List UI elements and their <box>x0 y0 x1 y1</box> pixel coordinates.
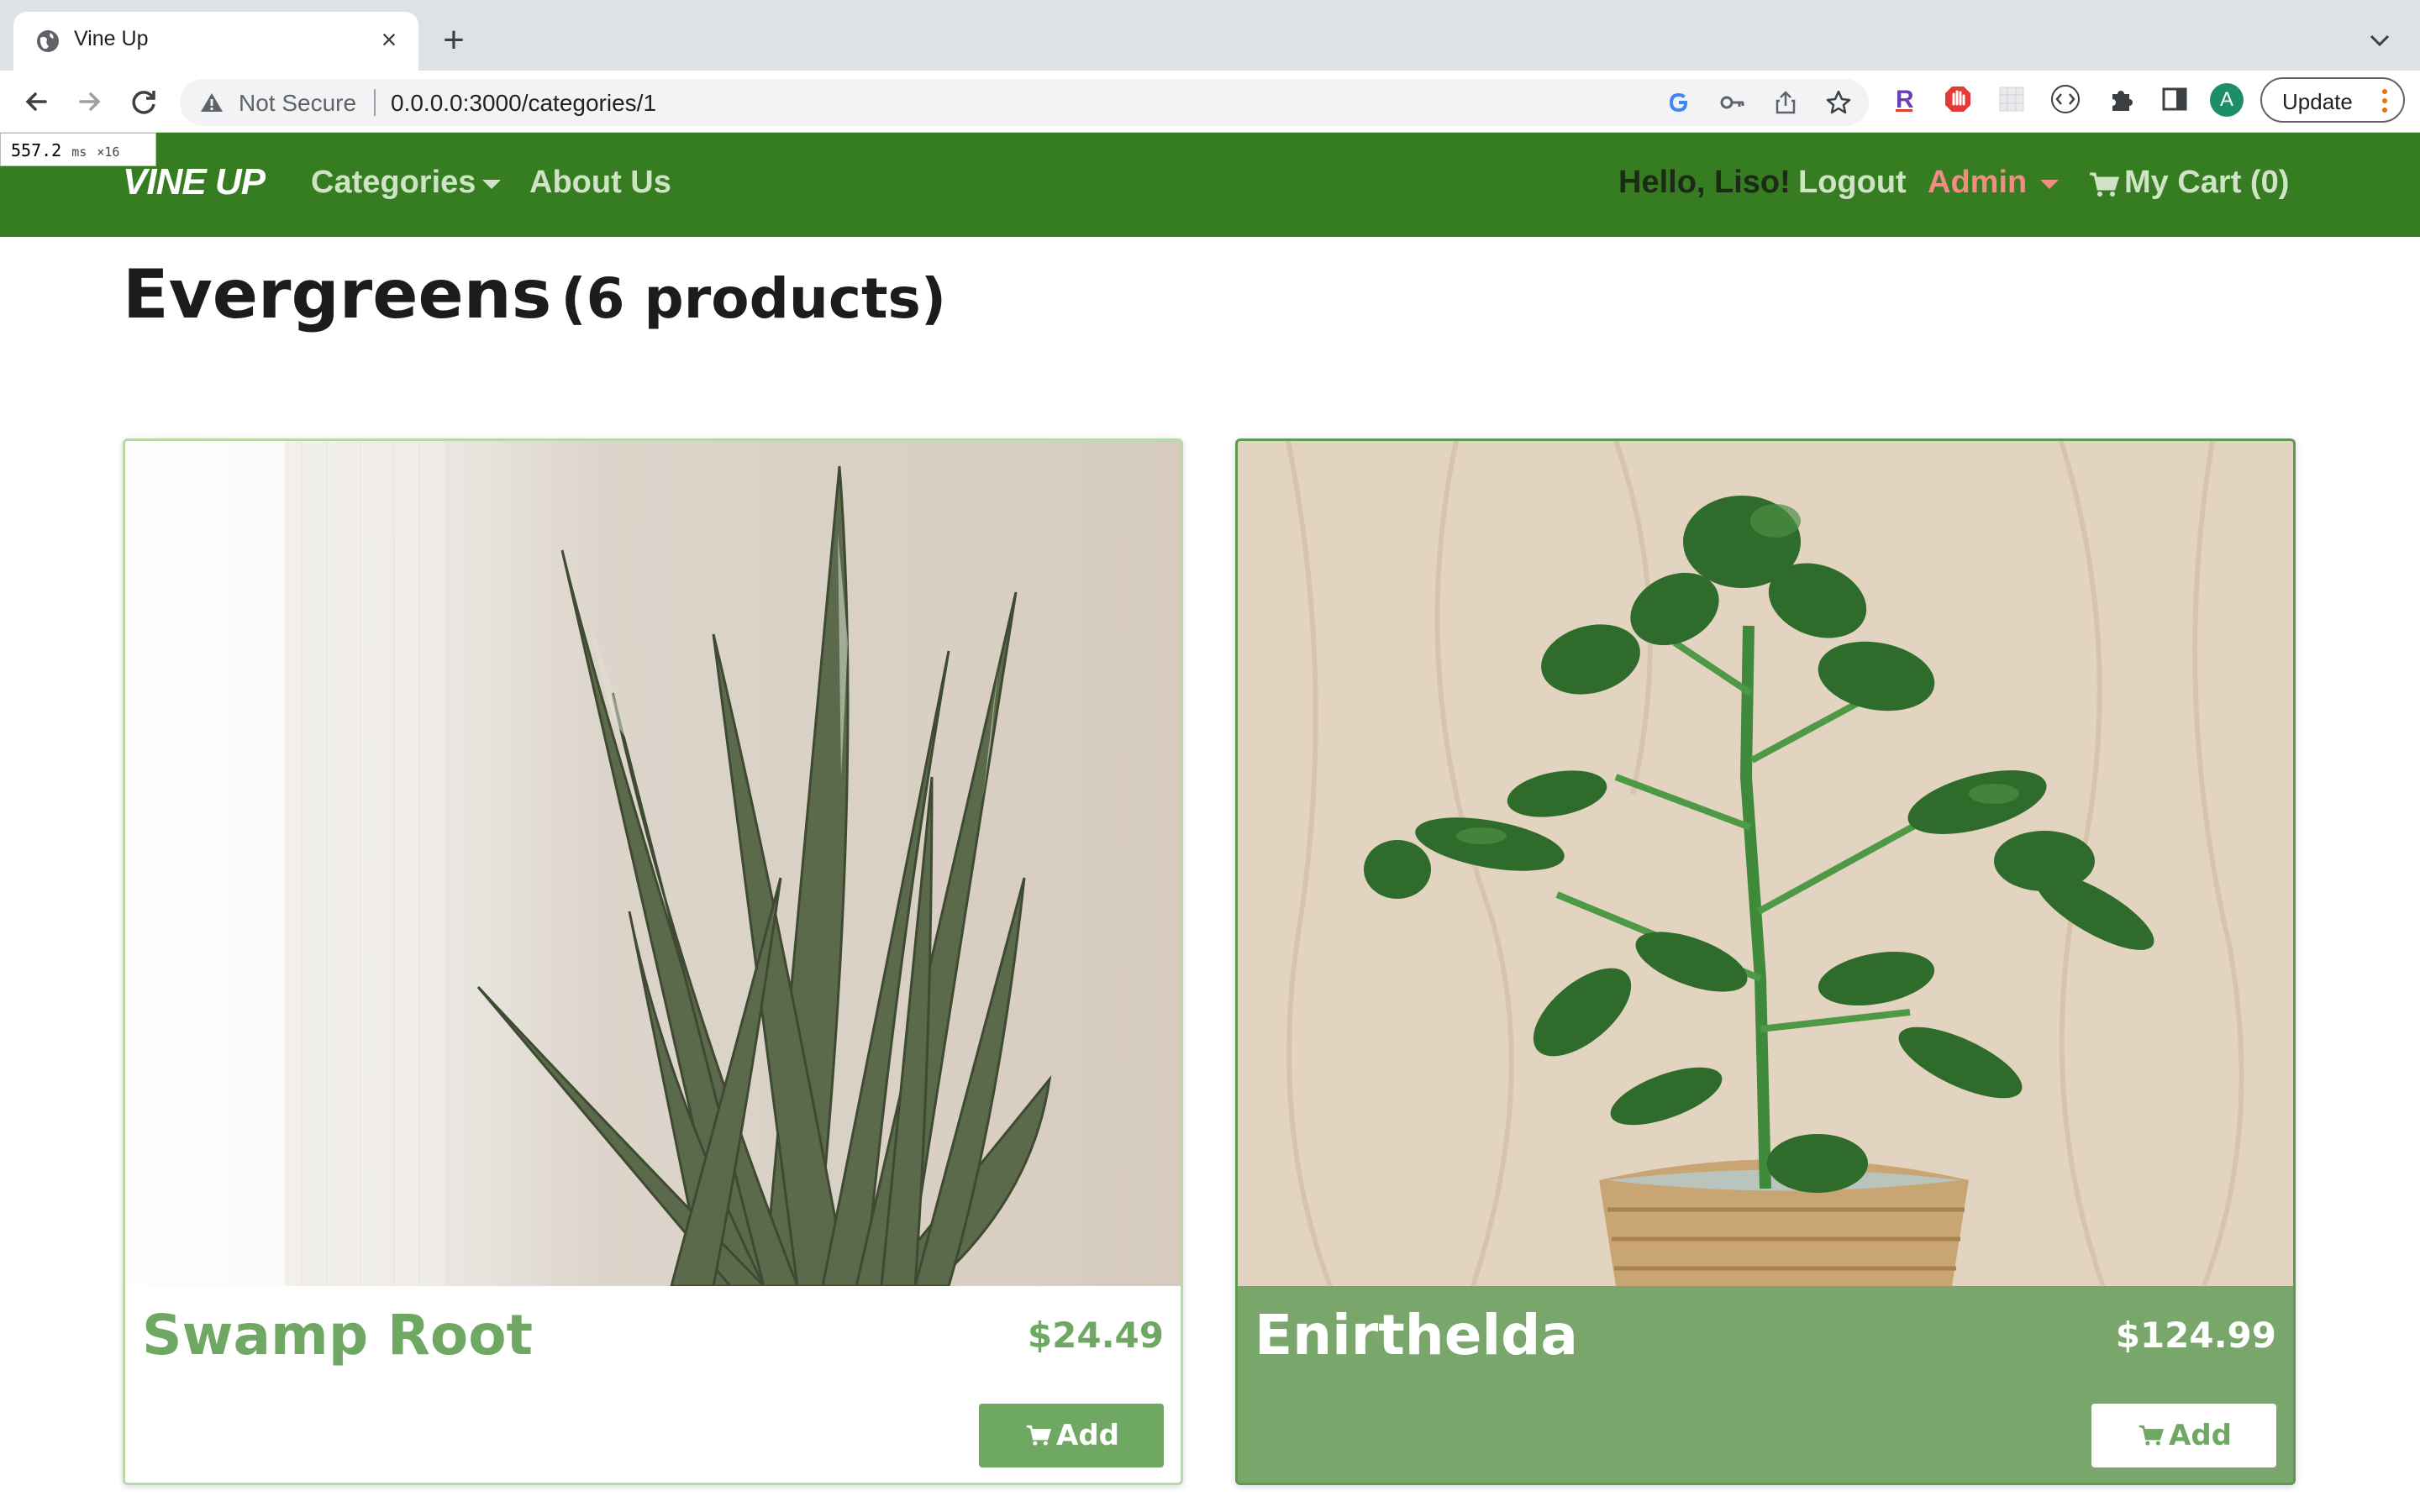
forward-arrow-icon[interactable] <box>72 84 108 119</box>
nav-about-us[interactable]: About Us <box>529 165 671 201</box>
cart-icon <box>1026 1425 1051 1446</box>
r-extension-icon[interactable]: R <box>1889 84 1919 114</box>
product-name[interactable]: Enirthelda <box>1255 1303 1578 1368</box>
pot-plant-photo <box>1238 441 2293 1286</box>
snake-plant-photo <box>125 441 1181 1286</box>
nav-my-cart[interactable]: My Cart (0) <box>2124 165 2289 201</box>
nav-admin-dropdown[interactable]: Admin <box>1928 165 2027 201</box>
adblock-extension-icon[interactable] <box>1943 84 1973 114</box>
google-icon[interactable] <box>1665 89 1692 116</box>
product-image[interactable] <box>1238 441 2293 1286</box>
update-button[interactable]: Update <box>2260 77 2405 123</box>
close-tab-icon[interactable]: × <box>376 26 402 53</box>
new-tab-icon[interactable]: + <box>437 22 471 59</box>
nav-logout[interactable]: Logout <box>1798 165 1907 201</box>
warning-icon[interactable] <box>200 92 224 113</box>
add-to-cart-button[interactable]: Add <box>979 1404 1164 1467</box>
perf-unit: ms <box>71 144 87 160</box>
cart-icon[interactable] <box>2089 171 2119 198</box>
reload-icon[interactable] <box>126 84 161 119</box>
address-bar[interactable]: Not Secure 0.0.0.0:3000/categories/1 <box>180 79 1869 126</box>
perf-time: 557.2 <box>11 140 62 160</box>
brand-logo[interactable]: VINE UP <box>123 161 266 203</box>
product-name[interactable]: Swamp Root <box>142 1303 533 1368</box>
bookmark-star-icon[interactable] <box>1825 89 1852 116</box>
add-button-label: Add <box>2169 1419 2232 1452</box>
product-count: (6 products) <box>560 266 947 331</box>
puzzle-extensions-icon[interactable] <box>2106 84 2136 114</box>
site-navbar: VINE UP Categories About Us Hello, Liso!… <box>0 133 2420 237</box>
browser-tab[interactable]: Vine Up × <box>13 12 418 71</box>
back-arrow-icon[interactable] <box>18 84 54 119</box>
code-extension-icon[interactable] <box>2050 84 2081 114</box>
add-to-cart-button[interactable]: Add <box>2091 1404 2276 1467</box>
browser-toolbar: Not Secure 0.0.0.0:3000/categories/1 R A… <box>0 71 2420 133</box>
product-card[interactable]: Enirthelda $124.99 Add <box>1235 438 2296 1485</box>
url-text[interactable]: 0.0.0.0:3000/categories/1 <box>391 90 656 117</box>
user-greeting: Hello, Liso! <box>1618 165 1791 200</box>
nav-categories-dropdown[interactable]: Categories <box>311 165 476 201</box>
profile-avatar[interactable]: A <box>2210 83 2244 117</box>
cart-icon <box>2139 1425 2164 1446</box>
product-price: $124.99 <box>2115 1315 2276 1356</box>
security-status[interactable]: Not Secure <box>239 90 356 117</box>
address-divider <box>374 89 376 116</box>
render-time-badge: 557.2 ms ×16 <box>0 133 156 166</box>
kebab-menu-icon <box>2382 89 2387 113</box>
product-price: $24.49 <box>1027 1315 1164 1356</box>
admin-caret-icon[interactable] <box>2040 180 2059 189</box>
categories-caret-icon[interactable] <box>482 180 501 189</box>
product-card[interactable]: Swamp Root $24.49 Add <box>123 438 1183 1485</box>
tab-title: Vine Up <box>74 27 149 50</box>
key-icon[interactable] <box>1719 89 1746 116</box>
browser-tabstrip: Vine Up × + <box>0 0 2420 71</box>
update-label: Update <box>2282 89 2353 114</box>
add-button-label: Add <box>1056 1419 1119 1452</box>
page-title: Evergreens (6 products) <box>123 255 946 333</box>
side-panel-icon[interactable] <box>2160 84 2190 114</box>
grid-extension-icon[interactable] <box>1996 84 2027 114</box>
category-name: Evergreens <box>123 255 552 333</box>
perf-count: ×16 <box>97 144 120 160</box>
tab-search-chevron-icon[interactable] <box>2363 24 2396 57</box>
share-icon[interactable] <box>1772 89 1799 116</box>
globe-icon <box>37 30 59 52</box>
product-image[interactable] <box>125 441 1181 1286</box>
